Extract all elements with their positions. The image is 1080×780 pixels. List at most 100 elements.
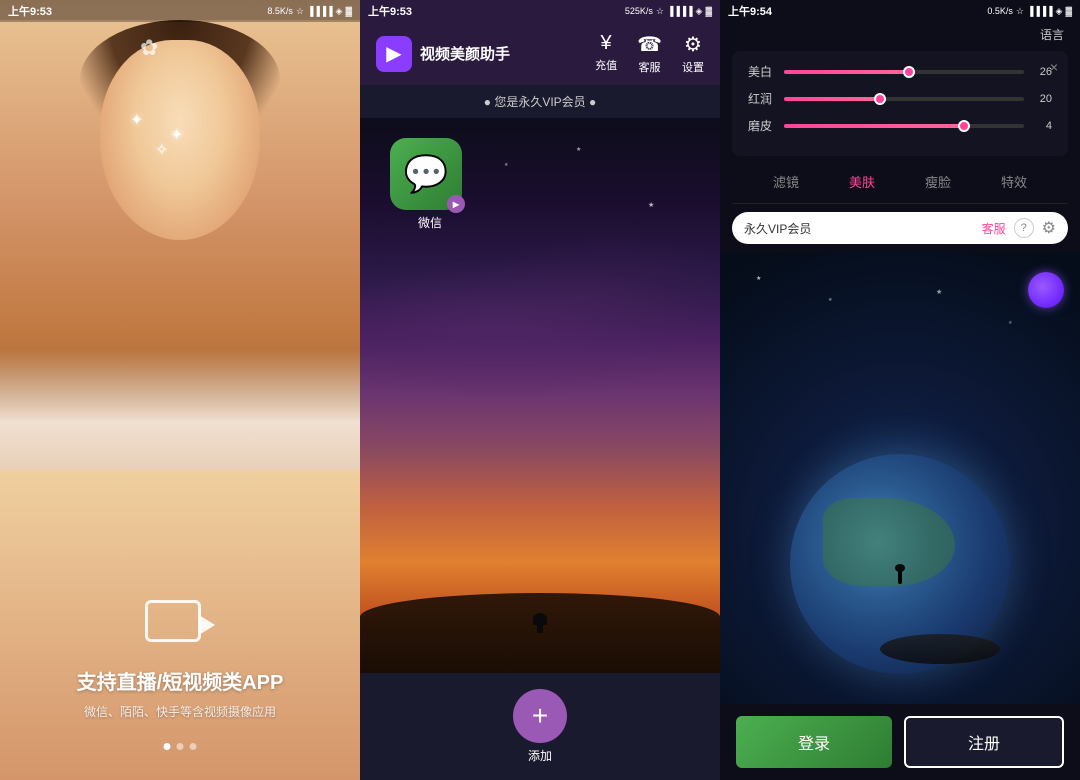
battery-2: ▓	[705, 6, 712, 16]
gear-button[interactable]: ⚙	[1042, 218, 1056, 238]
video-rect	[145, 600, 201, 642]
slider-fill-hongrun	[784, 97, 880, 101]
recharge-button[interactable]: ¥ 充值	[595, 32, 617, 75]
status-bar-3: 上午9:54 0.5K/s ☆ ▐▐▐▐ ◈ ▓	[720, 0, 1080, 22]
language-bar: 语言	[720, 22, 1080, 47]
app-content: ★ ★ ★ ★ 💬 ▶ 微信	[360, 118, 720, 673]
sparkle-1: ✦	[130, 110, 143, 130]
time-3: 上午9:54	[728, 3, 772, 19]
slider-thumb-meibai[interactable]	[903, 66, 915, 78]
video-icon	[145, 600, 215, 650]
clothing	[0, 350, 360, 470]
status-icons-1: 8.5K/s ☆ ▐▐▐▐ ◈ ▓	[267, 6, 352, 17]
add-button[interactable]: +	[513, 689, 567, 743]
login-button[interactable]: 登录	[736, 716, 892, 768]
slider-track-meibai[interactable]	[784, 70, 1024, 74]
tab-filter[interactable]: 滤镜	[765, 168, 807, 195]
app-header: ▶ 视频美颜助手 ¥ 充值 ☎ 客服 ⚙ 设置	[360, 22, 720, 85]
close-button[interactable]: ×	[1050, 59, 1058, 75]
panel-intro: 上午9:53 8.5K/s ☆ ▐▐▐▐ ◈ ▓ ✦ ✧ ✦ ✿ 支持直播/短视…	[0, 0, 360, 780]
wifi-3: ◈	[1056, 6, 1063, 17]
add-icon: +	[532, 700, 548, 732]
bt-icon-1: ☆	[296, 6, 304, 17]
kefu-button[interactable]: 客服	[982, 220, 1006, 237]
panel-app-home: 上午9:53 525K/s ☆ ▐▐▐▐ ◈ ▓ ▶ 视频美颜助手 ¥ 充值 ☎…	[360, 0, 720, 780]
dot-3	[190, 743, 197, 750]
video-triangle	[199, 615, 215, 635]
recharge-label: 充值	[595, 57, 617, 73]
moon-ground	[880, 634, 1000, 664]
intro-title: 支持直播/短视频类APP	[0, 666, 360, 695]
slider-fill-mopi	[784, 124, 964, 128]
service-icon: ☎	[637, 32, 662, 57]
girl-portrait: ✦ ✧ ✦ ✿	[0, 20, 360, 470]
tab-slim[interactable]: 瘦脸	[917, 168, 959, 195]
star-4: ★	[504, 162, 508, 168]
vip-badge-icon: ▶	[453, 200, 459, 209]
bt-icon-2: ☆	[656, 6, 664, 17]
moon-person	[898, 570, 902, 584]
slider-thumb-hongrun[interactable]	[874, 93, 886, 105]
cloud-layer	[360, 229, 720, 429]
slider-value-mopi: 4	[1032, 120, 1052, 132]
slider-label-mopi: 磨皮	[748, 117, 776, 134]
app-name: 视频美颜助手	[420, 43, 510, 64]
slider-label-meibai: 美白	[748, 63, 776, 80]
help-button[interactable]: ?	[1014, 218, 1034, 238]
tab-effects[interactable]: 特效	[993, 168, 1035, 195]
beauty-tabs: 滤镜 美肤 瘦脸 特效	[732, 160, 1068, 204]
vip-badge: ▶	[447, 195, 465, 213]
status-icons-3: 0.5K/s ☆ ▐▐▐▐ ◈ ▓	[987, 6, 1072, 17]
wechat-app-item[interactable]: 💬 ▶ 微信	[390, 138, 470, 228]
person-silhouette	[537, 613, 543, 633]
status-bar-1: 上午9:53 8.5K/s ☆ ▐▐▐▐ ◈ ▓	[0, 0, 360, 22]
slider-row-hongrun: 红润 20	[748, 90, 1052, 107]
sparkle-3: ✦	[170, 125, 183, 145]
vip-status-label: 永久VIP会员	[744, 220, 811, 237]
slider-track-mopi[interactable]	[784, 124, 1024, 128]
tab-skin[interactable]: 美肤	[841, 168, 883, 195]
dot-1	[164, 743, 171, 750]
signal-3: ▐▐▐▐	[1027, 6, 1053, 16]
space-star-3: ★	[936, 288, 942, 296]
dot-2	[177, 743, 184, 750]
language-button[interactable]: 语言	[1040, 26, 1064, 43]
wifi-1: ◈	[336, 6, 343, 17]
slider-track-hongrun[interactable]	[784, 97, 1024, 101]
settings-label: 设置	[682, 59, 704, 75]
earth-land	[823, 498, 955, 586]
service-label: 客服	[639, 59, 661, 75]
speed-info-3: 0.5K/s	[987, 6, 1013, 16]
slider-value-hongrun: 20	[1032, 93, 1052, 105]
slider-thumb-mopi[interactable]	[958, 120, 970, 132]
status-icons-2: 525K/s ☆ ▐▐▐▐ ◈ ▓	[625, 6, 712, 17]
vip-status-bar: 永久VIP会员 客服 ? ⚙	[732, 212, 1068, 244]
settings-button[interactable]: ⚙ 设置	[682, 32, 704, 75]
register-button[interactable]: 注册	[904, 716, 1064, 768]
slider-row-mopi: 磨皮 4	[748, 117, 1052, 134]
header-actions: ¥ 充值 ☎ 客服 ⚙ 设置	[595, 32, 704, 75]
vip-text: ● 您是永久VIP会员 ●	[484, 95, 597, 109]
hair-accessory: ✿	[140, 35, 158, 61]
logo-area: ▶ 视频美颜助手	[376, 36, 510, 72]
space-star-4: ★	[1008, 320, 1012, 326]
app-logo: ▶	[376, 36, 412, 72]
panel-beautify: 上午9:54 0.5K/s ☆ ▐▐▐▐ ◈ ▓ 语言 × 美白 26 红润	[720, 0, 1080, 780]
star-3: ★	[648, 201, 654, 209]
sparkle-2: ✧	[155, 140, 168, 160]
help-icon: ?	[1021, 222, 1027, 234]
time-1: 上午9:53	[8, 3, 52, 19]
sliders-panel: × 美白 26 红润 20 磨皮	[732, 51, 1068, 156]
battery-3: ▓	[1065, 6, 1072, 16]
service-button[interactable]: ☎ 客服	[637, 32, 662, 75]
settings-icon: ⚙	[684, 32, 702, 57]
wechat-icon-box: 💬 ▶	[390, 138, 462, 210]
star-2: ★	[576, 146, 581, 153]
wechat-label: 微信	[390, 214, 470, 231]
ground	[360, 593, 720, 673]
wechat-icon: 💬	[404, 153, 449, 195]
space-content: ★ ★ ★ ★	[720, 252, 1080, 704]
battery-1: ▓	[345, 6, 352, 16]
intro-subtitle: 微信、陌陌、快手等含视频摄像应用	[0, 703, 360, 720]
bt-icon-3: ☆	[1016, 6, 1024, 17]
